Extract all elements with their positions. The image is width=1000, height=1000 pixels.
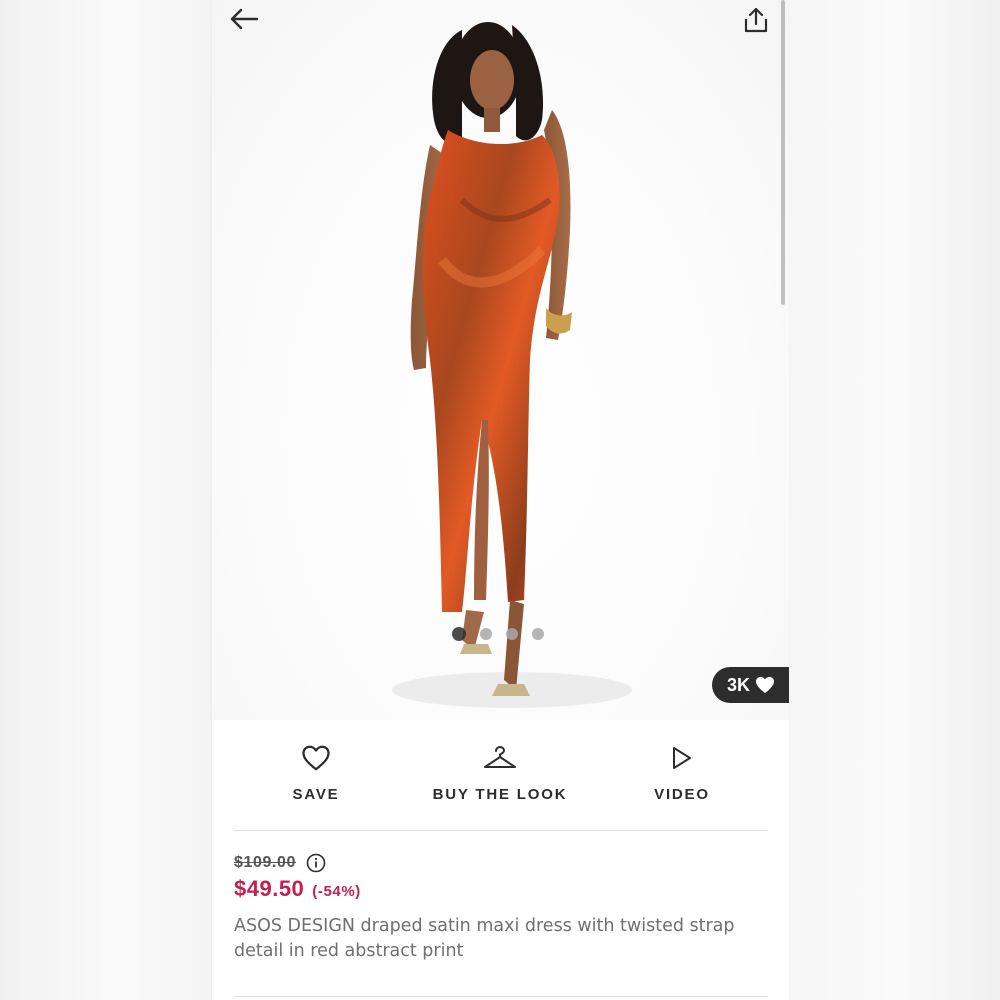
share-icon xyxy=(744,7,768,33)
gallery-dot[interactable] xyxy=(452,627,466,641)
video-button[interactable]: VIDEO xyxy=(644,744,720,803)
divider xyxy=(234,830,768,831)
buy-the-look-button[interactable]: BUY THE LOOK xyxy=(427,744,573,803)
scrollbar[interactable] xyxy=(781,0,785,305)
discount-badge: (-54%) xyxy=(312,883,361,900)
product-name: ASOS DESIGN draped satin maxi dress with… xyxy=(234,916,735,961)
current-price: $49.50 xyxy=(234,876,305,901)
heart-outline-icon xyxy=(302,745,330,771)
play-icon xyxy=(673,747,691,769)
info-icon[interactable] xyxy=(306,853,326,873)
price-block: $109.00 $49.50 (-54%) ASOS DESIGN draped… xyxy=(234,852,774,964)
hanger-icon xyxy=(484,746,516,768)
back-button[interactable] xyxy=(226,4,262,34)
save-button[interactable]: SAVE xyxy=(274,744,358,803)
product-screen: 3K SAVE BUY THE LOOK VIDEO $109.00 $49.5… xyxy=(212,0,789,1000)
was-price: $109.00 xyxy=(234,854,297,871)
gallery-dot[interactable] xyxy=(532,628,544,640)
video-label: VIDEO xyxy=(654,786,710,803)
share-button[interactable] xyxy=(740,4,772,36)
product-image xyxy=(392,22,632,708)
product-image-gallery[interactable]: 3K xyxy=(212,0,789,720)
save-label: SAVE xyxy=(292,786,340,803)
gallery-dot[interactable] xyxy=(480,628,492,640)
arrow-left-icon xyxy=(230,8,259,30)
likes-count: 3K xyxy=(727,674,751,695)
heart-filled-icon xyxy=(756,676,775,694)
buy-the-look-label: BUY THE LOOK xyxy=(432,786,568,803)
action-bar: SAVE BUY THE LOOK VIDEO xyxy=(212,720,789,830)
gallery-pagination xyxy=(452,627,544,641)
gallery-dot[interactable] xyxy=(506,628,518,640)
divider xyxy=(234,996,768,997)
likes-badge[interactable]: 3K xyxy=(712,667,789,703)
